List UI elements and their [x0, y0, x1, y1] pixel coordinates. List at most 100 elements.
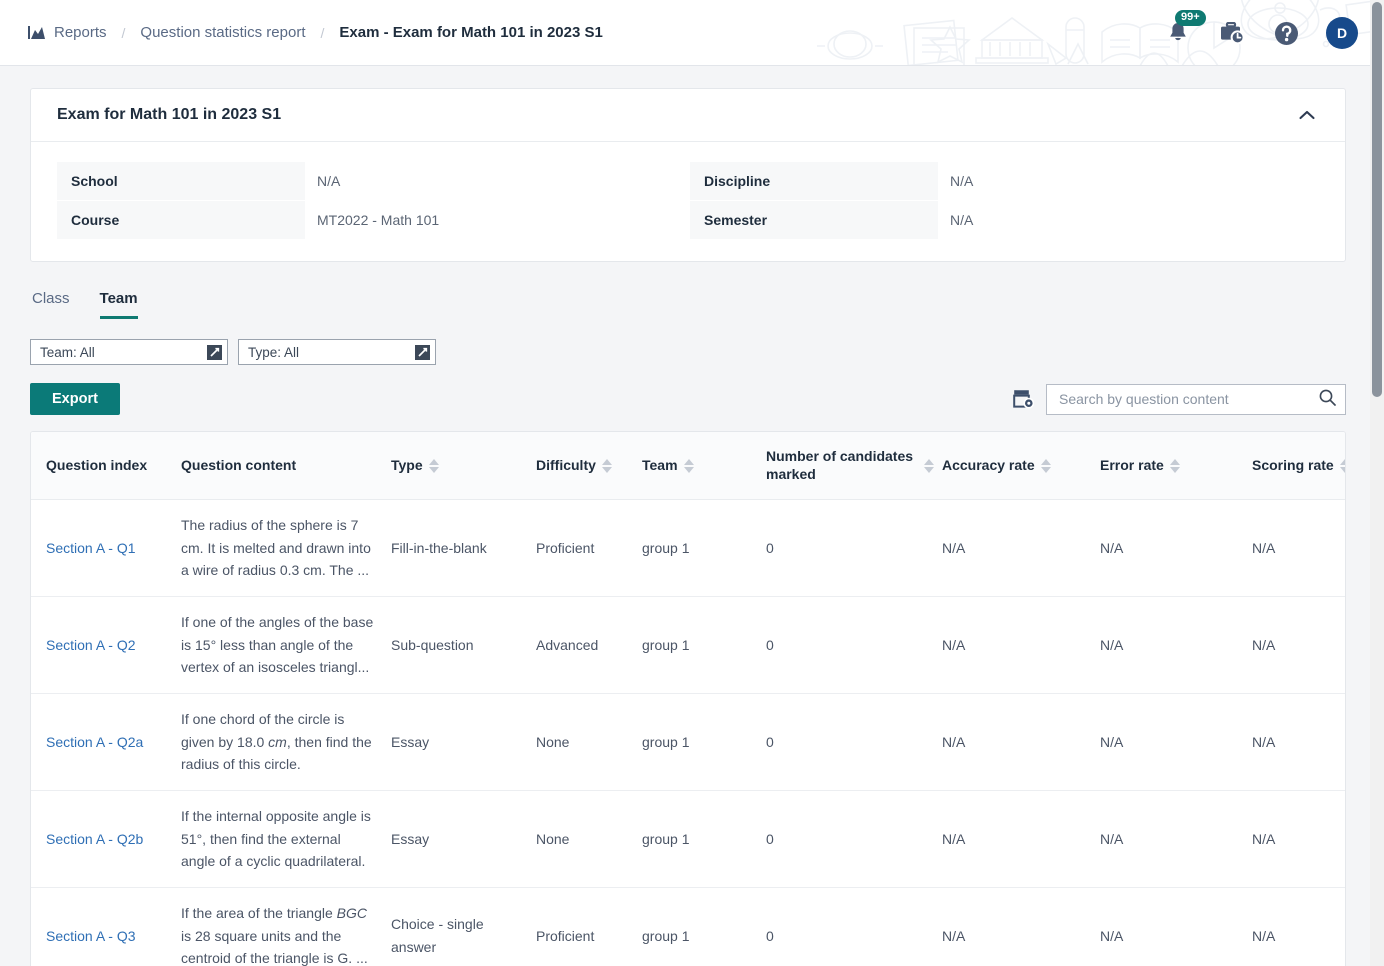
- column-label-number-of-candidates-marked: Number of candidates marked: [766, 448, 914, 482]
- info-label-course: Course: [57, 201, 305, 239]
- cell-question-content: If the area of the triangle BGC is 28 sq…: [181, 887, 391, 966]
- question-index-link[interactable]: Section A - Q3: [46, 928, 136, 944]
- page-scrollbar[interactable]: [1370, 0, 1384, 966]
- cell-scoring-rate: N/A: [1252, 790, 1345, 889]
- cell-scoring-rate: N/A: [1252, 693, 1345, 792]
- search-input[interactable]: [1057, 390, 1319, 408]
- notifications-button[interactable]: 99+: [1164, 10, 1206, 47]
- column-settings-icon[interactable]: [1013, 389, 1034, 409]
- info-value-discipline: N/A: [950, 173, 974, 189]
- page-scrollbar-thumb[interactable]: [1372, 2, 1382, 397]
- question-index-link[interactable]: Section A - Q2: [46, 637, 136, 653]
- sort-icon-number-of-candidates-marked[interactable]: [924, 458, 934, 473]
- tab-team[interactable]: Team: [99, 290, 138, 319]
- column-header-question-content: Question content: [181, 432, 391, 500]
- table-row: Section A - Q2b If the internal opposite …: [31, 790, 1345, 889]
- info-row-discipline: Discipline N/A: [690, 162, 1323, 200]
- column-header-accuracy-rate[interactable]: Accuracy rate: [942, 432, 1100, 500]
- cell-type: Choice - single answer: [391, 887, 536, 966]
- cell-question-index: Section A - Q2b: [31, 790, 181, 889]
- cell-team: group 1: [642, 887, 766, 966]
- column-label-error-rate: Error rate: [1100, 456, 1164, 473]
- breadcrumb-separator: /: [121, 24, 126, 41]
- cell-number-of-candidates-marked: 0: [766, 499, 942, 598]
- tab-class[interactable]: Class: [32, 290, 70, 319]
- action-row: Export: [30, 383, 1346, 415]
- column-header-team[interactable]: Team: [642, 432, 766, 500]
- table-header-row: Question index Question content Type Dif: [31, 432, 1345, 500]
- notification-badge: 99+: [1175, 10, 1206, 26]
- sort-icon-difficulty[interactable]: [601, 458, 612, 473]
- question-statistics-table: Question index Question content Type Dif: [30, 431, 1346, 966]
- question-index-link[interactable]: Section A - Q2a: [46, 734, 143, 750]
- cell-scoring-rate: N/A: [1252, 596, 1345, 695]
- cell-accuracy-rate: N/A: [942, 887, 1100, 966]
- table-row: Section A - Q1 The radius of the sphere i…: [31, 499, 1345, 598]
- column-label-question-index: Question index: [46, 456, 148, 473]
- question-index-link[interactable]: Section A - Q1: [46, 540, 136, 556]
- cell-type: Sub-question: [391, 596, 536, 695]
- column-header-question-index: Question index: [31, 432, 181, 500]
- column-header-error-rate[interactable]: Error rate: [1100, 432, 1252, 500]
- table: Question index Question content Type Dif: [31, 432, 1345, 966]
- team-filter-select[interactable]: Team: All: [30, 339, 228, 365]
- search-box[interactable]: [1046, 383, 1346, 415]
- type-filter-select[interactable]: Type: All: [238, 339, 436, 365]
- top-bar: Reports / Question statistics report / E…: [0, 0, 1384, 66]
- cell-team: group 1: [642, 499, 766, 598]
- user-avatar[interactable]: D: [1326, 17, 1358, 49]
- cell-difficulty: Advanced: [536, 596, 642, 695]
- cell-number-of-candidates-marked: 0: [766, 790, 942, 889]
- cell-question-content: If the internal opposite angle is 51°, t…: [181, 790, 391, 889]
- info-row-course: Course MT2022 - Math 101: [57, 201, 690, 239]
- cell-team: group 1: [642, 596, 766, 695]
- search-icon[interactable]: [1319, 389, 1336, 409]
- team-filter-value: Team: All: [40, 344, 95, 360]
- sort-icon-scoring-rate[interactable]: [1339, 458, 1345, 473]
- breadcrumb-separator-2: /: [320, 24, 325, 41]
- column-header-type[interactable]: Type: [391, 432, 536, 500]
- cell-team: group 1: [642, 790, 766, 889]
- export-button[interactable]: Export: [30, 383, 120, 415]
- page-content: Exam for Math 101 in 2023 S1 School N/A …: [0, 66, 1384, 966]
- exam-info-right-column: Discipline N/A Semester N/A: [690, 162, 1323, 239]
- cell-question-content: The radius of the sphere is 7 cm. It is …: [181, 499, 391, 598]
- cell-type: Fill-in-the-blank: [391, 499, 536, 598]
- breadcrumb-link-question-statistics-report[interactable]: Question statistics report: [140, 24, 305, 41]
- question-index-link[interactable]: Section A - Q2b: [46, 831, 143, 847]
- cell-number-of-candidates-marked: 0: [766, 693, 942, 792]
- page-title: Exam for Math 101 in 2023 S1: [57, 106, 282, 123]
- view-tabs: Class Team: [32, 290, 1346, 319]
- sort-icon-error-rate[interactable]: [1169, 458, 1180, 473]
- column-label-type: Type: [391, 456, 423, 473]
- edit-square-icon: [207, 344, 222, 360]
- sort-icon-accuracy-rate[interactable]: [1040, 458, 1051, 473]
- table-header: Question index Question content Type Dif: [31, 432, 1345, 500]
- info-row-school: School N/A: [57, 162, 690, 200]
- help-button[interactable]: [1272, 19, 1300, 47]
- column-header-difficulty[interactable]: Difficulty: [536, 432, 642, 500]
- breadcrumb-link-reports[interactable]: Reports: [54, 24, 107, 41]
- exam-info-card-body: School N/A Course MT2022 - Math 101 Disc…: [31, 142, 1345, 261]
- cell-question-index: Section A - Q2a: [31, 693, 181, 792]
- chevron-up-icon[interactable]: [1293, 104, 1321, 126]
- sort-icon-team[interactable]: [683, 458, 694, 473]
- cell-question-index: Section A - Q3: [31, 887, 181, 966]
- info-label-discipline: Discipline: [690, 162, 938, 200]
- info-value-school: N/A: [317, 173, 341, 189]
- column-header-scoring-rate[interactable]: Scoring rate: [1252, 432, 1345, 500]
- filter-bar: Team: All Type: All: [30, 339, 1346, 365]
- cell-accuracy-rate: N/A: [942, 499, 1100, 598]
- table-row: Section A - Q2 If one of the angles of th…: [31, 596, 1345, 695]
- sort-icon-type[interactable]: [428, 458, 439, 473]
- cell-number-of-candidates-marked: 0: [766, 596, 942, 695]
- search-group: [1013, 383, 1346, 415]
- tasks-button[interactable]: [1218, 19, 1246, 47]
- column-header-number-of-candidates-marked[interactable]: Number of candidates marked: [766, 432, 942, 500]
- cell-question-index: Section A - Q1: [31, 499, 181, 598]
- cell-difficulty: Proficient: [536, 499, 642, 598]
- table-body: Section A - Q1 The radius of the sphere i…: [31, 499, 1345, 966]
- type-filter-value: Type: All: [248, 344, 300, 360]
- info-value-course: MT2022 - Math 101: [317, 212, 440, 228]
- cell-question-content: If one chord of the circle is given by 1…: [181, 693, 391, 792]
